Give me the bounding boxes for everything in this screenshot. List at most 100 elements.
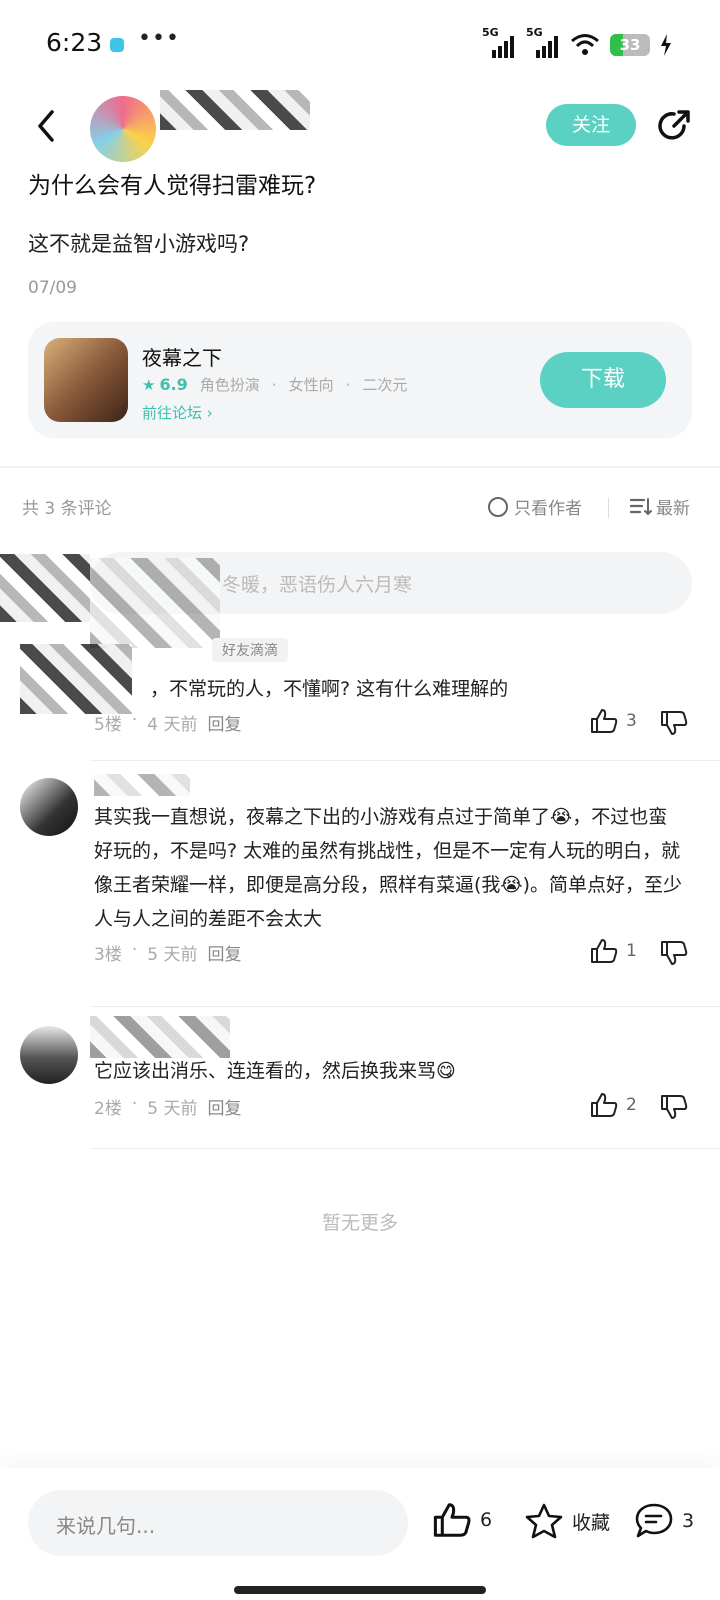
share-icon[interactable] [654, 106, 694, 146]
author-name-obscured [160, 90, 310, 130]
post-title: 为什么会有人觉得扫雷难玩? [28, 173, 317, 199]
like-count: 3 [626, 711, 637, 731]
divider [608, 498, 609, 518]
signal-icon: 5G [482, 26, 516, 58]
meta-separator: · [131, 1094, 138, 1114]
reply-button[interactable]: 回复 [207, 710, 241, 735]
battery-percent: 33 [619, 36, 641, 54]
comment-divider [90, 1006, 720, 1007]
star-outline-icon [525, 1503, 563, 1539]
game-icon[interactable] [44, 338, 128, 422]
more-notifications-icon: ••• [138, 26, 180, 51]
comment-floor: 2楼 [94, 1099, 122, 1119]
star-icon: ★ [142, 375, 156, 394]
comments-total: 3 [682, 1510, 695, 1532]
post-body: 这不就是益智小游戏吗? [28, 232, 250, 256]
thumbs-up-icon [433, 1503, 471, 1537]
comment-bubble-icon [635, 1503, 673, 1538]
forum-link-label: 前往论坛 [142, 404, 203, 422]
download-button[interactable]: 下载 [540, 352, 666, 408]
post-like-button[interactable]: 6 [432, 1502, 492, 1538]
game-card[interactable]: 夜幕之下 ★ 6.9 角色扮演 · 女性向 · 二次元 前往论坛 › 下载 [28, 322, 692, 438]
favorite-label: 收藏 [572, 1511, 611, 1534]
commenter-avatar-obscured [20, 644, 132, 714]
comment-divider [90, 760, 720, 761]
follow-button[interactable]: 关注 [546, 104, 636, 146]
tag-separator: · [271, 375, 277, 394]
status-icons: 5G 5G 33 [482, 26, 672, 62]
game-tag: 二次元 [362, 376, 408, 394]
comment-text: 其实我一直想说，夜幕之下出的小游戏有点过于简单了😭，不过也蛮好玩的，不是吗? 太… [94, 806, 683, 930]
comment-text: ，不常玩的人，不懂啊? 这有什么难理解的 [150, 678, 509, 700]
comment-floor: 5楼 [94, 715, 122, 735]
post-content: 为什么会有人觉得扫雷难玩? 这不就是益智小游戏吗? 07/09 [28, 168, 692, 298]
bottom-input-placeholder: 来说几句... [56, 1514, 156, 1538]
comments-header: 共 3 条评论 只看作者 最新 [22, 494, 698, 524]
comment-meta: 5楼 · 4 天前 回复 [94, 710, 241, 735]
commenter-name-obscured [94, 774, 190, 796]
comment-input-placeholder: 冬暖，恶语伤人六月寒 [222, 574, 413, 596]
bottom-comment-input[interactable]: 来说几句... [28, 1490, 408, 1556]
like-count: 1 [626, 941, 637, 961]
back-arrow-icon[interactable] [32, 108, 64, 144]
author-only-toggle[interactable]: 只看作者 [488, 494, 582, 519]
bottom-bar: 来说几句... 6 收藏 3 [0, 1468, 720, 1600]
comment-time: 5 天前 [147, 1099, 198, 1119]
commenter-avatar[interactable] [20, 778, 78, 836]
author-only-label: 只看作者 [514, 499, 582, 519]
author-avatar[interactable] [90, 96, 156, 162]
like-count: 2 [626, 1095, 637, 1115]
signal-icon: 5G [526, 26, 560, 58]
like-button[interactable]: 2 [590, 1092, 637, 1118]
avatar-obscured [0, 554, 90, 622]
no-more-text: 暂无更多 [321, 1212, 398, 1234]
thumbs-down-icon[interactable] [660, 940, 688, 966]
sort-button[interactable]: 最新 [630, 494, 690, 519]
charging-icon [661, 34, 671, 56]
reply-button[interactable]: 回复 [207, 940, 241, 965]
like-button[interactable]: 1 [590, 938, 637, 964]
chevron-right-icon: › [206, 404, 213, 422]
comment-item: 好友滴滴 ，不常玩的人，不懂啊? 这有什么难理解的 5楼 · 4 天前 回复 3 [0, 620, 720, 760]
comment-text: 它应该出消乐、连连看的，然后换我来骂😋 [94, 1060, 456, 1082]
radio-icon [488, 496, 508, 517]
post-date: 07/09 [28, 278, 77, 298]
signal-label: 5G [482, 26, 499, 39]
sort-icon [630, 497, 652, 515]
section-divider [0, 466, 720, 468]
forum-link[interactable]: 前往论坛 › [142, 402, 213, 423]
comment-floor: 3楼 [94, 945, 122, 965]
game-tag: 女性向 [288, 376, 334, 394]
top-nav: 关注 [0, 90, 720, 162]
game-tag: 角色扮演 [199, 376, 260, 394]
post-like-count: 6 [480, 1509, 493, 1531]
home-indicator[interactable] [234, 1586, 486, 1594]
battery-icon: 33 [610, 34, 650, 56]
reply-button[interactable]: 回复 [207, 1094, 241, 1119]
commenter-tag: 好友滴滴 [212, 638, 288, 662]
comments-count: 共 3 条评论 [22, 499, 112, 519]
game-rating: 6.9 [159, 375, 188, 394]
meta-separator: · [131, 710, 138, 730]
thumbs-down-icon[interactable] [660, 1094, 688, 1120]
thumbs-up-icon [591, 939, 618, 963]
commenter-avatar[interactable] [20, 1026, 78, 1084]
comment-item: 其实我一直想说，夜幕之下出的小游戏有点过于简单了😭，不过也蛮好玩的，不是吗? 太… [0, 770, 720, 1010]
thumbs-down-icon[interactable] [660, 710, 688, 736]
game-meta: ★ 6.9 角色扮演 · 女性向 · 二次元 [142, 374, 407, 395]
comments-button[interactable]: 3 [634, 1502, 694, 1540]
comment-meta: 2楼 · 5 天前 回复 [94, 1094, 241, 1119]
commenter-name-obscured [90, 1016, 230, 1058]
comment-divider [90, 1148, 720, 1149]
thumbs-up-icon [591, 709, 618, 733]
like-button[interactable]: 3 [590, 708, 637, 734]
favorite-button[interactable]: 收藏 [524, 1502, 610, 1540]
comment-time: 4 天前 [147, 715, 198, 735]
comment-meta: 3楼 · 5 天前 回复 [94, 940, 241, 965]
sort-label: 最新 [656, 499, 690, 519]
status-time: 6:23 [46, 28, 103, 57]
tag-separator: · [345, 375, 351, 394]
meta-separator: · [131, 940, 138, 960]
app-notification-icon [110, 38, 124, 52]
status-bar: 6:23 ••• 5G 5G 33 [0, 0, 720, 90]
